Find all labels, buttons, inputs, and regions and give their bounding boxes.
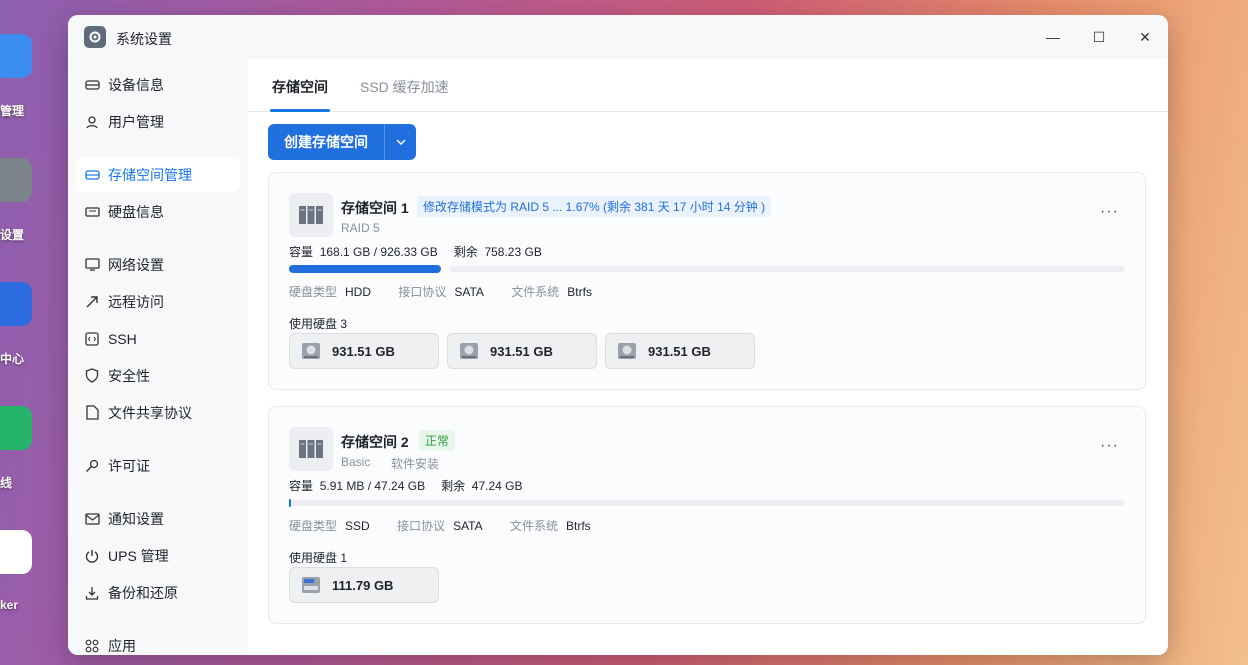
usage-bar-fill <box>289 265 441 273</box>
capacity-value: 5.91 MB / 47.24 GB <box>319 479 426 493</box>
sidebar: 设备信息 用户管理 存储空间管理 硬盘信息 网络设置 远程访问 SSH 安全性 … <box>68 59 248 655</box>
used-disks-label: 使用硬盘 1 <box>289 551 348 565</box>
sidebar-item-user[interactable]: 用户管理 <box>76 104 240 139</box>
capacity-line: 容量 168.1 GB / 926.33 GB 剩余 758.23 GB <box>289 245 542 259</box>
desktop-settings-icon[interactable] <box>0 158 32 202</box>
desktop-app-icon[interactable] <box>0 530 32 574</box>
sidebar-item-file-share[interactable]: 文件共享协议 <box>76 395 240 430</box>
usage-bar-track <box>449 266 1125 272</box>
sidebar-item-license[interactable]: 许可证 <box>76 448 240 483</box>
capacity-line: 容量 5.91 MB / 47.24 GB 剩余 47.24 GB <box>289 479 523 493</box>
title-bar: 系统设置 — ☐ ✕ <box>68 15 1168 59</box>
disk-chip[interactable]: 931.51 GB <box>605 333 755 369</box>
desktop-label: 管理 <box>0 104 25 118</box>
close-button[interactable]: ✕ <box>1135 27 1155 47</box>
create-storage-dropdown[interactable] <box>384 124 416 160</box>
ssd-icon <box>302 577 320 593</box>
disk-properties: 硬盘类型 HDD 接口协议 SATA 文件系统 Btrfs <box>289 285 592 299</box>
desktop-label: 设置 <box>0 228 25 242</box>
desktop-label: ker <box>0 598 19 612</box>
storage-icon <box>84 167 100 183</box>
free-value: 47.24 GB <box>471 479 523 493</box>
backup-icon <box>84 585 100 601</box>
hdd-icon <box>618 343 636 359</box>
sidebar-item-storage[interactable]: 存储空间管理 <box>76 157 240 192</box>
chevron-down-icon <box>395 139 406 145</box>
sidebar-item-security[interactable]: 安全性 <box>76 358 240 393</box>
tab-ssd-cache[interactable]: SSD 缓存加速 <box>360 77 449 97</box>
pool-raid-type: Basic <box>341 455 371 469</box>
pool-raid-type: RAID 5 <box>341 221 380 235</box>
window-title: 系统设置 <box>116 31 172 47</box>
hdd-icon <box>460 343 478 359</box>
desktop-label: 线 <box>0 476 13 490</box>
free-value: 758.23 GB <box>484 245 542 259</box>
disk-properties: 硬盘类型 SSD 接口协议 SATA 文件系统 Btrfs <box>289 519 591 533</box>
disk-icon <box>84 204 100 220</box>
pool-name: 存储空间 2 <box>341 434 409 450</box>
disk-type-value: HDD <box>345 285 372 299</box>
sidebar-item-remote[interactable]: 远程访问 <box>76 284 240 319</box>
ssh-icon <box>84 331 100 347</box>
sidebar-item-backup[interactable]: 备份和还原 <box>76 575 240 610</box>
remote-icon <box>84 294 100 310</box>
user-icon <box>84 114 100 130</box>
sidebar-item-ssh[interactable]: SSH <box>76 321 240 356</box>
desktop-label: 中心 <box>0 352 25 366</box>
desktop-app-icon[interactable] <box>0 406 32 450</box>
sidebar-item-ups[interactable]: UPS 管理 <box>76 538 240 573</box>
disk-chip[interactable]: 111.79 GB <box>289 567 439 603</box>
power-icon <box>84 548 100 564</box>
sidebar-item-network[interactable]: 网络设置 <box>76 247 240 282</box>
sidebar-item-device-info[interactable]: 设备信息 <box>76 67 240 102</box>
nas-pool-icon <box>289 427 333 471</box>
status-badge: 修改存储模式为 RAID 5 ... 1.67% (剩余 381 天 17 小时… <box>417 196 772 217</box>
sidebar-item-disk[interactable]: 硬盘信息 <box>76 194 240 229</box>
key-icon <box>84 458 100 474</box>
capacity-value: 168.1 GB / 926.33 GB <box>319 245 438 259</box>
storage-pool-card: 存储空间 1 修改存储模式为 RAID 5 ... 1.67% (剩余 381 … <box>268 172 1146 390</box>
more-options-button[interactable]: ··· <box>1100 203 1119 221</box>
nas-pool-icon <box>289 193 333 237</box>
tab-bar: 存储空间 SSD 缓存加速 <box>248 59 1168 112</box>
maximize-button[interactable]: ☐ <box>1089 27 1109 47</box>
file-share-icon <box>84 405 100 421</box>
storage-pool-card: 存储空间 2 正常 Basic 软件安装 ··· 容量 5.91 MB / 47… <box>268 406 1146 624</box>
pool-usage-tag: 软件安装 <box>391 457 440 471</box>
hdd-icon <box>302 343 320 359</box>
disk-chip[interactable]: 931.51 GB <box>447 333 597 369</box>
usage-bar-track <box>289 500 1125 506</box>
tab-active-indicator <box>270 109 330 112</box>
filesystem-value: Btrfs <box>565 519 591 533</box>
tab-storage[interactable]: 存储空间 <box>272 77 328 97</box>
pool-name: 存储空间 1 <box>341 200 409 216</box>
interface-value: SATA <box>453 519 483 533</box>
mail-icon <box>84 511 100 527</box>
filesystem-value: Btrfs <box>567 285 592 299</box>
used-disks-label: 使用硬盘 3 <box>289 317 348 331</box>
network-icon <box>84 257 100 273</box>
disk-type-value: SSD <box>345 519 370 533</box>
status-badge: 正常 <box>419 430 456 451</box>
interface-value: SATA <box>454 285 484 299</box>
sidebar-item-apps[interactable]: 应用 <box>76 628 240 655</box>
settings-window: 系统设置 — ☐ ✕ 设备信息 用户管理 存储空间管理 硬盘信息 网络设置 远程… <box>68 15 1168 655</box>
desktop-app-icon[interactable] <box>0 282 32 326</box>
create-storage-button[interactable]: 创建存储空间 <box>268 124 384 160</box>
desktop-folder-icon[interactable] <box>0 34 32 78</box>
create-storage-button-group: 创建存储空间 <box>268 124 416 160</box>
gear-icon <box>84 26 106 48</box>
disk-chip[interactable]: 931.51 GB <box>289 333 439 369</box>
more-options-button[interactable]: ··· <box>1100 437 1119 455</box>
shield-icon <box>84 368 100 384</box>
usage-bar-fill <box>289 499 291 507</box>
device-icon <box>84 77 100 93</box>
apps-icon <box>84 638 100 654</box>
main-panel: 存储空间 SSD 缓存加速 创建存储空间 存储空间 1 修改存储模式为 RAID… <box>248 59 1168 655</box>
minimize-button[interactable]: — <box>1043 27 1063 47</box>
sidebar-item-notify[interactable]: 通知设置 <box>76 501 240 536</box>
